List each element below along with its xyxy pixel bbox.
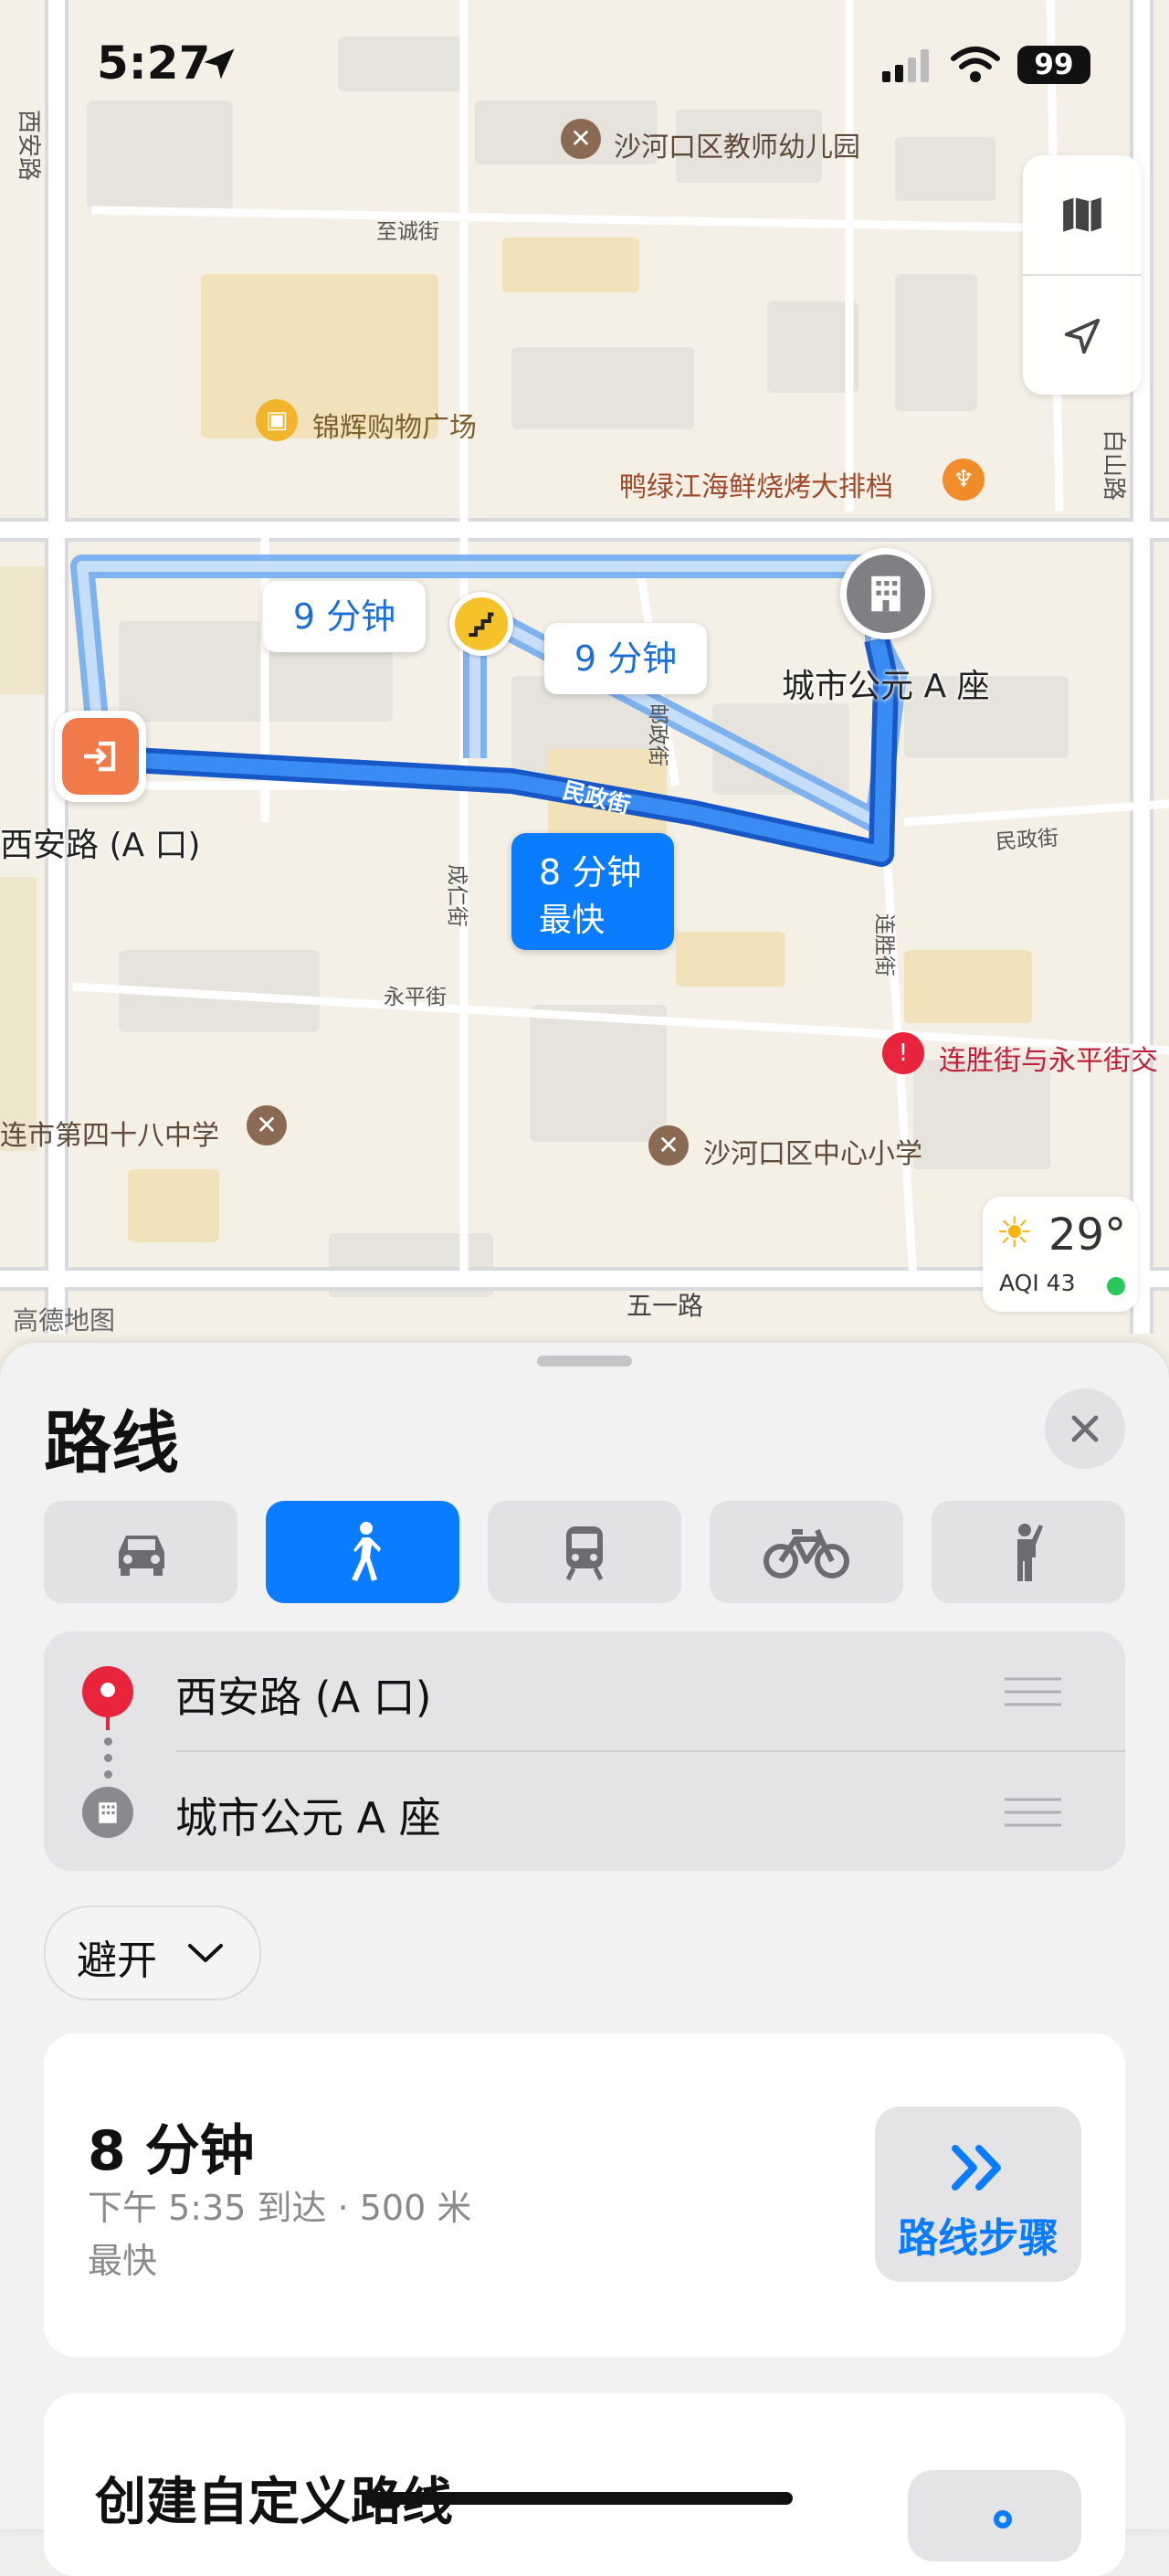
- street-baishan: 白山路: [1100, 429, 1127, 501]
- origin-label: 西安路 (A 口): [0, 827, 201, 864]
- close-icon: [1071, 1415, 1099, 1442]
- status-bar: 5:27 99: [0, 0, 1169, 128]
- street-liansheng: 连胜街: [872, 913, 896, 977]
- route-duration: 8 分钟: [88, 2119, 255, 2183]
- signal-icon: [882, 49, 929, 82]
- street-youzheng: 邮政街: [646, 703, 669, 766]
- school-icon-3[interactable]: ✕: [648, 1125, 689, 1166]
- poi-middle-school[interactable]: 连市第四十八中学: [0, 1113, 219, 1153]
- alt-route-time-2[interactable]: 9 分钟: [544, 623, 707, 694]
- alt-route-time-1[interactable]: 9 分钟: [263, 581, 426, 652]
- connector-dot: [104, 1770, 112, 1779]
- hail-icon: [1017, 1524, 1043, 1581]
- street-minzheng-side: 民政街: [995, 826, 1060, 855]
- battery-icon: 99: [1017, 46, 1090, 84]
- restaurant-icon[interactable]: ♆: [943, 459, 985, 501]
- main-route-time: 8 分钟: [539, 852, 642, 892]
- poi-intersection[interactable]: 连胜街与永平街交: [939, 1038, 1158, 1078]
- poi-bbq[interactable]: 鸭绿江海鲜烧烤大排档: [619, 464, 893, 504]
- destination-marker[interactable]: [840, 548, 932, 639]
- mode-cycle[interactable]: [710, 1501, 903, 1603]
- from-field[interactable]: 西安路 (A 口): [175, 1664, 432, 1725]
- stairs-icon: [469, 612, 494, 637]
- wifi-icon: [951, 47, 1000, 82]
- origin-pin-stem: [106, 1717, 110, 1730]
- weather-widget[interactable]: ☀ 29° AQI 43: [983, 1197, 1138, 1312]
- reorder-handle-icon[interactable]: [1003, 1675, 1063, 1708]
- double-chevron-icon: [952, 2145, 1001, 2191]
- bike-icon: [764, 1528, 849, 1578]
- main-route-tag: 最快: [539, 902, 606, 939]
- route-steps-label: 路线步骤: [898, 2215, 1058, 2262]
- map-controls: [1023, 155, 1142, 395]
- origin-marker[interactable]: [55, 711, 146, 802]
- street-zhicheng: 至诚街: [376, 220, 439, 244]
- route-pin-icon: [994, 2510, 1012, 2528]
- sheet-grabber[interactable]: [537, 1356, 632, 1367]
- school-icon[interactable]: ✕: [561, 119, 601, 159]
- shopping-icon[interactable]: ▣: [256, 399, 298, 441]
- aqi-status-icon: [1107, 1277, 1125, 1295]
- weather-temp: 29°: [1048, 1209, 1127, 1261]
- street-wuyi: 五一路: [627, 1291, 704, 1321]
- location-arrow-icon: [204, 48, 235, 79]
- destination-marker-fill: [847, 554, 925, 633]
- intersection-pin-icon[interactable]: !: [882, 1032, 924, 1074]
- status-time: 5:27: [97, 37, 211, 90]
- school-icon-2[interactable]: ✕: [247, 1105, 287, 1145]
- destination-label: 城市公元 A 座: [782, 668, 990, 705]
- train-icon: [565, 1526, 604, 1581]
- mode-walk[interactable]: [266, 1501, 459, 1603]
- car-icon: [119, 1536, 164, 1576]
- map-mode-icon[interactable]: [1059, 192, 1105, 238]
- route-option-card[interactable]: 8 分钟 下午 5:35 到达 · 500 米 最快 路线步骤: [44, 2033, 1125, 2357]
- controls-divider: [1023, 274, 1142, 276]
- destination-building-icon: [82, 1787, 133, 1838]
- poi-primary-school[interactable]: 沙河口区中心小学: [703, 1131, 922, 1171]
- poi-kindergarten[interactable]: 沙河口区教师幼儿园: [614, 124, 860, 164]
- street-xian: 西安路: [15, 110, 42, 182]
- mode-rideshare[interactable]: [932, 1501, 1125, 1603]
- street-yongping: 永平街: [384, 986, 447, 1009]
- connector-dot: [104, 1754, 112, 1762]
- sheet-title: 路线: [44, 1404, 179, 1483]
- waypoint-divider: [175, 1750, 1125, 1752]
- reorder-handle-icon[interactable]: [1003, 1796, 1063, 1829]
- origin-marker-fill: [62, 718, 139, 795]
- avoid-button[interactable]: 避开: [44, 1906, 261, 2001]
- main-route-bubble[interactable]: 8 分钟 最快: [511, 833, 674, 950]
- connector-dot: [104, 1737, 112, 1746]
- sun-icon: ☀: [995, 1208, 1034, 1257]
- chevron-down-icon: [188, 1944, 223, 1962]
- battery-level: 99: [1034, 48, 1074, 81]
- entrance-icon: [84, 741, 116, 772]
- locate-me-icon[interactable]: [1061, 315, 1103, 357]
- poi-mall[interactable]: 锦辉购物广场: [312, 405, 477, 445]
- custom-route-card[interactable]: 创建自定义路线: [44, 2393, 1125, 2576]
- to-field[interactable]: 城市公元 A 座: [175, 1785, 441, 1845]
- building-icon: [871, 575, 900, 612]
- route-arrival-distance: 下午 5:35 到达 · 500 米: [88, 2188, 472, 2228]
- weather-aqi: AQI 43: [999, 1270, 1076, 1296]
- custom-route-button[interactable]: [908, 2470, 1081, 2561]
- close-button[interactable]: [1045, 1388, 1125, 1469]
- stairs-marker: [449, 592, 513, 656]
- origin-pin-icon: [82, 1666, 133, 1717]
- street-chengren: 成仁街: [445, 864, 469, 927]
- map-attribution: 高德地图: [13, 1305, 116, 1336]
- mode-transit[interactable]: [488, 1501, 681, 1603]
- home-indicator[interactable]: [363, 2492, 793, 2505]
- avoid-label: 避开: [77, 1937, 157, 1984]
- route-steps-button[interactable]: 路线步骤: [875, 2106, 1081, 2282]
- map-view[interactable]: 5:27 99 ✕ 沙河口区教师幼儿园 ▣ 锦辉购物广场 鸭绿江海鲜烧烤大排档 …: [0, 0, 1169, 1370]
- walk-icon: [352, 1522, 381, 1581]
- mode-drive[interactable]: [44, 1501, 237, 1603]
- route-tag: 最快: [88, 2241, 158, 2281]
